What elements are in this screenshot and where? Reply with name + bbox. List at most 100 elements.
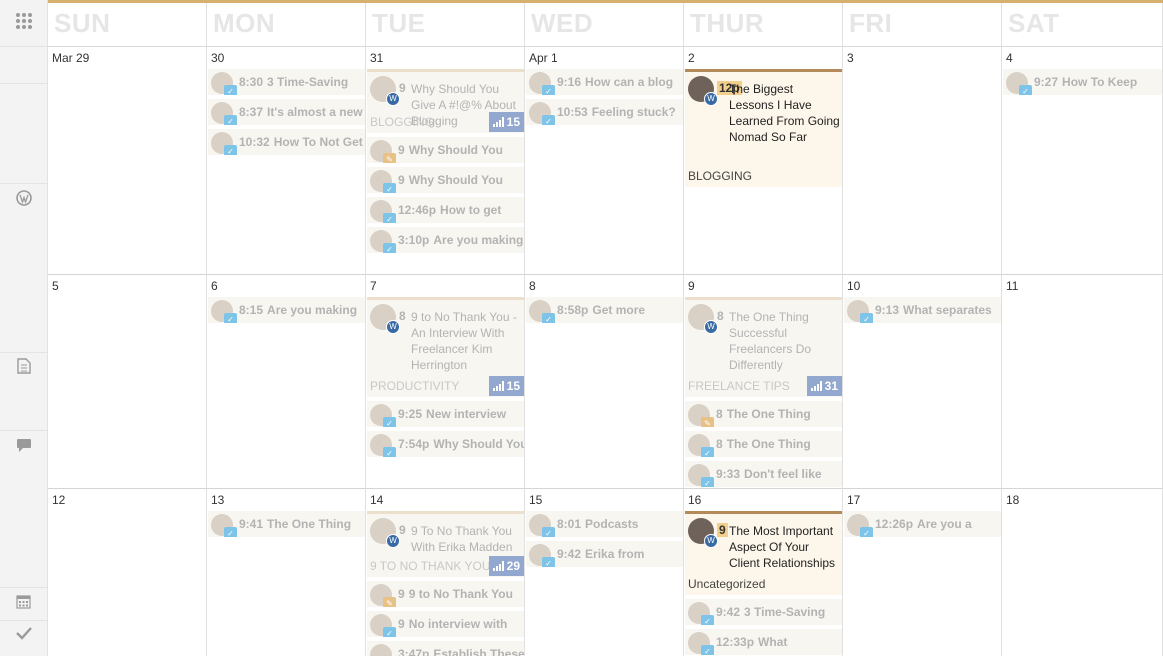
post-item[interactable]: ✓ 12:33p What (685, 629, 842, 655)
post-item[interactable]: ✓ 10:53 Feeling stuck? (526, 99, 683, 125)
day-cell[interactable]: 31 W 9 Why Should You Give A #!@% About Blo… (366, 47, 525, 275)
twitter-icon: ✓ (224, 313, 237, 323)
day-cell[interactable]: Apr 1 ✓ 9:16 How can a blog ✓ 10:53 Feeling st… (525, 47, 684, 275)
post-time: 10:53 Feeling stuck? (557, 105, 676, 119)
post-title: The Most Important Aspect Of Your Client… (729, 524, 836, 570)
day-cell[interactable]: 17 ✓ 12:26p Are you a (843, 489, 1002, 656)
post-item[interactable]: ✎ 9 Why Should You (367, 137, 524, 163)
day-cell[interactable]: 11 (1002, 275, 1163, 489)
grid-icon[interactable] (0, 12, 47, 34)
post-time: 9:33 Don't feel like (716, 467, 822, 481)
day-cell[interactable]: 9 W 8 The One Thing Successful Freelancers … (684, 275, 843, 489)
post-item[interactable]: ✎ 9 9 to No Thank You (367, 581, 524, 607)
bar-chart-icon (492, 561, 504, 571)
date-number: 8 (529, 279, 536, 293)
day-header-thur: THUR (684, 3, 843, 47)
date-number: 9 (688, 279, 695, 293)
day-cell[interactable]: 13 ✓ 9:41 The One Thing (207, 489, 366, 656)
post-item[interactable]: ✓ 9:25 New interview (367, 401, 524, 427)
day-cell[interactable]: 5 (48, 275, 207, 489)
share-count-badge[interactable]: 15 (488, 112, 524, 132)
day-cell[interactable]: 30 ✓ 8:30 3 Time-Saving ✓ 8:37 It's almost a n… (207, 47, 366, 275)
check-icon[interactable] (0, 626, 47, 644)
post-title: The One Thing Successful Freelancers Do … (729, 310, 812, 372)
post-title: 3 Time-Saving (267, 75, 349, 89)
post-item[interactable]: ✎ 8 The One Thing (685, 401, 842, 427)
post-title: New interview (426, 407, 507, 421)
post-item[interactable]: ✓ 9:33 Don't feel like (685, 461, 842, 487)
share-count-badge[interactable]: 29 (488, 556, 524, 576)
share-count-badge[interactable]: 15 (488, 376, 524, 396)
post-time: 3:10p Are you making (398, 233, 524, 247)
post-item[interactable]: ✓ 12:46p How to get (367, 197, 524, 223)
post-card[interactable]: W 8 The One Thing Successful Freelancers D… (685, 297, 842, 397)
day-cell[interactable]: 10 ✓ 9:13 What separates (843, 275, 1002, 489)
post-item[interactable]: ✓ 9 Why Should You (367, 167, 524, 193)
twitter-icon: ✓ (383, 447, 396, 457)
post-time: 9:16 How can a blog (557, 75, 674, 89)
day-cell[interactable]: Mar 29 (48, 47, 207, 275)
post-item[interactable]: ✓ 9:13 What separates (844, 297, 1001, 323)
wordpress-icon[interactable] (0, 190, 47, 210)
post-title: 9 To No Thank You With Erika Madden (411, 524, 513, 554)
post-title: How To Not Get (273, 135, 363, 149)
day-cell[interactable]: 8 ✓ 8:58p Get more (525, 275, 684, 489)
wordpress-icon: W (704, 320, 718, 334)
post-item[interactable]: ✓ 9:27 How To Keep (1003, 69, 1162, 95)
share-count: 15 (506, 379, 520, 393)
post-card[interactable]: W 12p The Biggest Lessons I Have Learned F… (685, 69, 842, 187)
post-item[interactable]: ✓ 8:30 3 Time-Saving (208, 69, 365, 95)
comment-icon[interactable] (0, 438, 47, 457)
share-count: 15 (506, 115, 520, 129)
day-cell[interactable]: 3 (843, 47, 1002, 275)
post-title: What (758, 635, 788, 649)
day-cell[interactable]: 15 ✓ 8:01 Podcasts ✓ 9:42 Erika from (525, 489, 684, 656)
document-icon[interactable] (0, 358, 47, 378)
day-cell[interactable]: 16 W 9 The Most Important Aspect Of Your Cl… (684, 489, 843, 656)
post-item[interactable]: ✓ 9:42 Erika from (526, 541, 683, 567)
twitter-icon: ✓ (383, 627, 396, 637)
twitter-icon: ✓ (542, 85, 555, 95)
post-item[interactable]: ✓ 10:32 How To Not Get (208, 129, 365, 155)
post-item[interactable]: ✓ 8:58p Get more (526, 297, 683, 323)
post-item[interactable]: ✓ 3:10p Are you making (367, 227, 524, 253)
twitter-icon: ✓ (383, 183, 396, 193)
post-title: The One Thing (267, 517, 352, 531)
post-item[interactable]: ✓ 9:42 3 Time-Saving (685, 599, 842, 625)
post-time: 8:58p Get more (557, 303, 646, 317)
day-cell[interactable]: 6 ✓ 8:15 Are you making (207, 275, 366, 489)
post-item[interactable]: ✓ 8:37 It's almost a new (208, 99, 365, 125)
author-avatar: W (370, 76, 400, 106)
day-cell[interactable]: 4 ✓ 9:27 How To Keep (1002, 47, 1163, 275)
post-item[interactable]: ✓ 9:41 The One Thing (208, 511, 365, 537)
day-cell[interactable]: 2 W 12p The Biggest Lessons I Have Learned … (684, 47, 843, 275)
post-time: 12:33p What (716, 635, 788, 649)
day-cell[interactable]: 18 (1002, 489, 1163, 656)
author-avatar: ✓ (211, 300, 237, 323)
post-time: 9:27 How To Keep (1034, 75, 1138, 89)
post-item[interactable]: ✓ 12:26p Are you a (844, 511, 1001, 537)
post-item[interactable]: ✓ 8 The One Thing (685, 431, 842, 457)
post-item[interactable]: ✓ 8:15 Are you making (208, 297, 365, 323)
post-item[interactable]: ✓ 3:47pEstablish These (367, 641, 524, 656)
calendar-icon[interactable] (0, 594, 47, 613)
post-card[interactable]: W9 9 To No Thank You With Erika Madden 9 T… (367, 511, 524, 577)
date-number: 13 (211, 493, 225, 507)
post-card[interactable]: W8 9 to No Thank You - An Interview With … (367, 297, 524, 397)
post-title: Erika from (585, 547, 645, 561)
post-card[interactable]: W 9 Why Should You Give A #!@% About Blogg… (367, 69, 524, 133)
share-count-badge[interactable]: 31 (806, 376, 842, 396)
wordpress-icon: W (704, 534, 718, 548)
post-item[interactable]: ✓ 8:01 Podcasts (526, 511, 683, 537)
post-item[interactable]: ✓ 7:54p Why Should You (367, 431, 524, 457)
post-item[interactable]: ✓ 9:16 How can a blog (526, 69, 683, 95)
author-avatar: ✓ (211, 102, 237, 125)
post-card[interactable]: W 9 The Most Important Aspect Of Your Clie… (685, 511, 842, 595)
day-cell[interactable]: 7 W8 9 to No Thank You - An Interview With… (366, 275, 525, 489)
post-time: 9 (399, 523, 406, 537)
day-cell[interactable]: 14 W 9 9 To No Thank You With Erika Madden 9… (366, 489, 525, 656)
author-avatar: ✎ (370, 140, 396, 163)
post-time: 9:42 3 Time-Saving (716, 605, 826, 619)
day-cell[interactable]: 12 (48, 489, 207, 656)
post-item[interactable]: ✓ 9 No interview with (367, 611, 524, 637)
